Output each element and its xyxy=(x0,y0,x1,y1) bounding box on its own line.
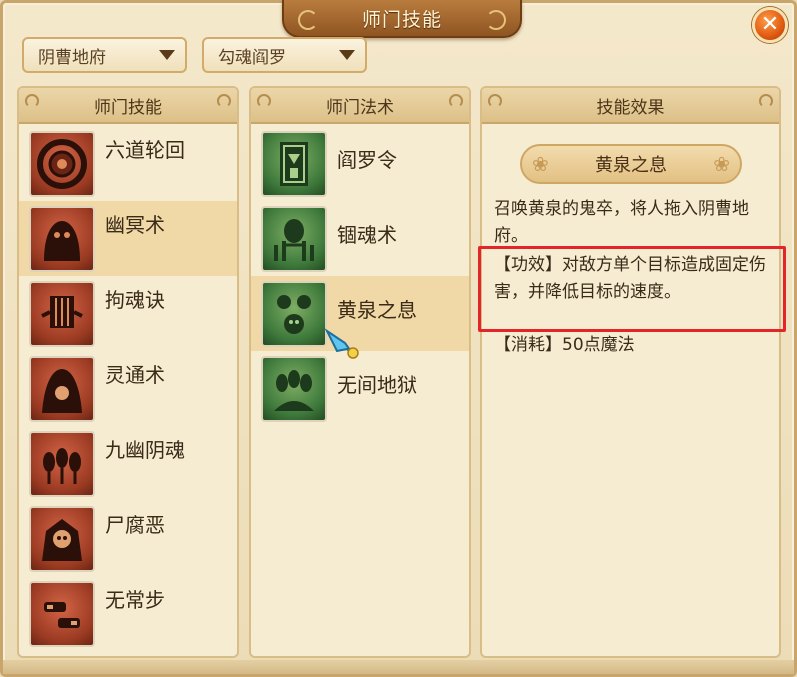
spell-item-guhun[interactable]: 锢魂术 xyxy=(251,201,469,276)
window-bottom-edge xyxy=(3,660,794,674)
skill-item-shifu[interactable]: 尸腐恶 xyxy=(19,501,237,576)
skill-effect-header: 技能效果 xyxy=(482,88,779,124)
spell-label: 无间地狱 xyxy=(337,373,417,397)
three-spirits-icon xyxy=(29,431,95,497)
skill-item-liudao[interactable]: 六道轮回 xyxy=(19,126,237,201)
skill-label: 尸腐恶 xyxy=(105,513,165,537)
spell-item-wujian[interactable]: 无间地狱 xyxy=(251,351,469,426)
skill-label: 六道轮回 xyxy=(105,138,185,162)
skill-description: 召唤黄泉的鬼卒，将人拖入阴曹地府。 xyxy=(494,199,749,246)
spell-label: 阎罗令 xyxy=(337,148,397,172)
skill-cost-text: 【消耗】50点魔法 xyxy=(494,335,635,355)
school-skills-panel: 师门技能 六道轮回 幽冥术 拘魂诀 灵通术 九幽阴魂 尸腐恶 无常步 xyxy=(17,86,239,658)
skill-name: 黄泉之息 xyxy=(595,155,667,176)
skill-item-youming[interactable]: 幽冥术 xyxy=(19,201,237,276)
skulls-icon xyxy=(261,281,327,347)
token-icon xyxy=(261,131,327,197)
hooded-figure-icon xyxy=(29,356,95,422)
ring-icon xyxy=(29,131,95,197)
cursor-icon xyxy=(325,328,359,359)
skill-effect-panel: 技能效果 黄泉之息 召唤黄泉的鬼卒，将人拖入阴曹地府。 【功效】对敌方单个目标造… xyxy=(480,86,781,658)
ghosts-icon xyxy=(29,206,95,272)
skull-icon xyxy=(29,506,95,572)
skill-label: 拘魂诀 xyxy=(105,288,165,312)
skill-name-plate: 黄泉之息 xyxy=(520,144,742,184)
footsteps-icon xyxy=(29,581,95,647)
skill-label: 幽冥术 xyxy=(105,213,165,237)
skill-label: 无常步 xyxy=(105,588,165,612)
skill-item-jiuyou[interactable]: 九幽阴魂 xyxy=(19,426,237,501)
spell-item-yanluoling[interactable]: 阎罗令 xyxy=(251,126,469,201)
bound-soul-icon xyxy=(261,206,327,272)
close-button[interactable]: ✕ xyxy=(752,7,788,43)
school-spells-panel: 师门法术 阎罗令 锢魂术 黄泉之息 无间地狱 xyxy=(249,86,471,658)
spell-label: 锢魂术 xyxy=(337,223,397,247)
subschool-select[interactable]: 勾魂阎罗 xyxy=(202,37,367,73)
hell-ghosts-icon xyxy=(261,356,327,422)
school-select-value: 阴曹地府 xyxy=(38,47,106,68)
close-icon: ✕ xyxy=(760,12,780,37)
spell-label: 黄泉之息 xyxy=(337,298,417,322)
window-title-tab: 师门技能 xyxy=(282,0,522,38)
skill-item-wuchang[interactable]: 无常步 xyxy=(19,576,237,651)
chevron-down-icon xyxy=(159,50,175,60)
skill-effect-text: 【功效】对敌方单个目标造成固定伤害，并降低目标的速度。 xyxy=(494,255,766,302)
skill-item-lingtong[interactable]: 灵通术 xyxy=(19,351,237,426)
skill-item-juhun[interactable]: 拘魂诀 xyxy=(19,276,237,351)
school-skills-header: 师门技能 xyxy=(19,88,237,124)
window-title: 师门技能 xyxy=(361,8,442,31)
school-spells-header: 师门法术 xyxy=(251,88,469,124)
chevron-down-icon xyxy=(339,50,355,60)
skill-window: 师门技能 ✕ 阴曹地府 勾魂阎罗 师门技能 六道轮回 幽冥术 拘魂诀 灵通术 九… xyxy=(0,0,797,677)
skill-label: 灵通术 xyxy=(105,363,165,387)
subschool-select-value: 勾魂阎罗 xyxy=(218,47,286,68)
school-select[interactable]: 阴曹地府 xyxy=(22,37,187,73)
cage-ghost-icon xyxy=(29,281,95,347)
skill-label: 九幽阴魂 xyxy=(105,438,185,462)
